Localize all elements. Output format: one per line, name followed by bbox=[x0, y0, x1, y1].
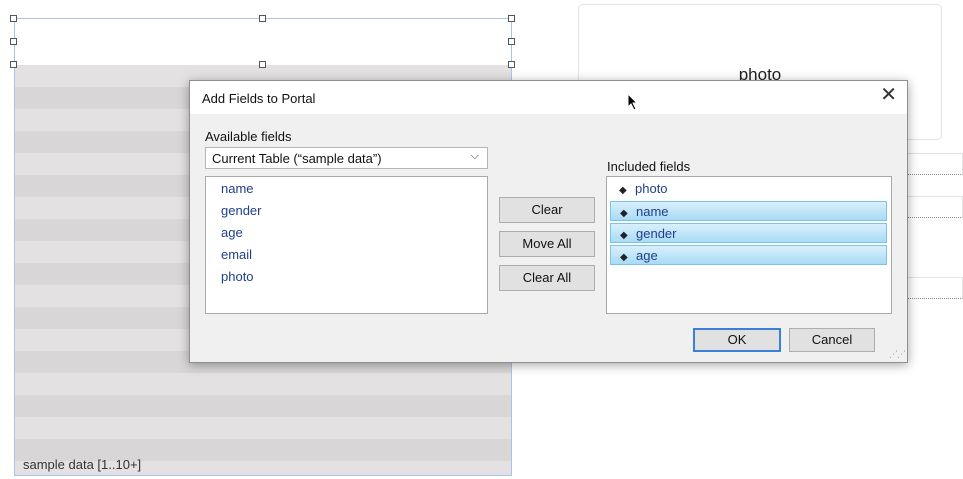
table-select[interactable]: Current Table (“sample data”) ⌵ bbox=[205, 147, 488, 169]
selection-handle[interactable] bbox=[10, 38, 17, 45]
move-handle-icon[interactable]: ◆ bbox=[620, 248, 630, 267]
add-fields-dialog: Add Fields to Portal ✕ Available fields … bbox=[189, 80, 908, 363]
selection-handle[interactable] bbox=[259, 61, 266, 68]
list-item[interactable]: gender bbox=[221, 203, 261, 218]
move-handle-icon[interactable]: ◆ bbox=[619, 181, 629, 200]
portal-header-area bbox=[15, 19, 511, 66]
layout-field[interactable] bbox=[900, 196, 963, 218]
clear-button[interactable]: Clear bbox=[499, 197, 595, 223]
list-item[interactable]: name bbox=[221, 181, 254, 196]
included-field-label: photo bbox=[635, 181, 668, 196]
layout-field[interactable] bbox=[900, 277, 963, 299]
dialog-titlebar[interactable]: Add Fields to Portal ✕ bbox=[190, 81, 907, 114]
move-all-button[interactable]: Move All bbox=[499, 231, 595, 257]
selection-handle[interactable] bbox=[508, 61, 515, 68]
included-field-label: name bbox=[636, 204, 669, 219]
resize-grip-icon[interactable]: ⋰⋰ bbox=[889, 349, 906, 360]
list-item[interactable]: photo bbox=[221, 269, 254, 284]
cancel-button[interactable]: Cancel bbox=[789, 328, 875, 352]
selection-handle[interactable] bbox=[259, 15, 266, 22]
layout-field[interactable] bbox=[900, 153, 963, 175]
move-handle-icon[interactable]: ◆ bbox=[620, 226, 630, 245]
move-handle-icon[interactable]: ◆ bbox=[620, 204, 630, 223]
selection-handle[interactable] bbox=[10, 61, 17, 68]
dialog-title: Add Fields to Portal bbox=[202, 91, 316, 106]
available-fields-list[interactable]: name gender age email photo bbox=[205, 176, 488, 314]
table-select-value: Current Table (“sample data”) bbox=[212, 151, 382, 166]
list-item[interactable]: age bbox=[221, 225, 243, 240]
included-field-label: gender bbox=[636, 226, 677, 241]
included-field-label: age bbox=[636, 248, 658, 263]
chevron-down-icon: ⌵ bbox=[470, 150, 479, 162]
selection-handle[interactable] bbox=[508, 38, 515, 45]
clear-all-button[interactable]: Clear All bbox=[499, 265, 595, 291]
list-item[interactable]: ◆ age bbox=[610, 245, 887, 265]
portal-table-label: sample data [1..10+] bbox=[23, 457, 142, 472]
selection-handle[interactable] bbox=[10, 15, 17, 22]
ok-button[interactable]: OK bbox=[693, 328, 781, 352]
selection-handle[interactable] bbox=[508, 15, 515, 22]
available-fields-label: Available fields bbox=[205, 129, 292, 144]
included-fields-label: Included fields bbox=[607, 159, 691, 174]
list-item[interactable]: email bbox=[221, 247, 252, 262]
list-item[interactable]: ◆ gender bbox=[610, 223, 887, 243]
list-item[interactable]: ◆ photo bbox=[610, 179, 887, 199]
included-fields-list[interactable]: ◆ photo ◆ name ◆ gender ◆ age bbox=[606, 176, 892, 314]
close-icon[interactable]: ✕ bbox=[880, 85, 897, 105]
list-item[interactable]: ◆ name bbox=[610, 201, 887, 221]
mouse-cursor-icon bbox=[627, 93, 639, 111]
